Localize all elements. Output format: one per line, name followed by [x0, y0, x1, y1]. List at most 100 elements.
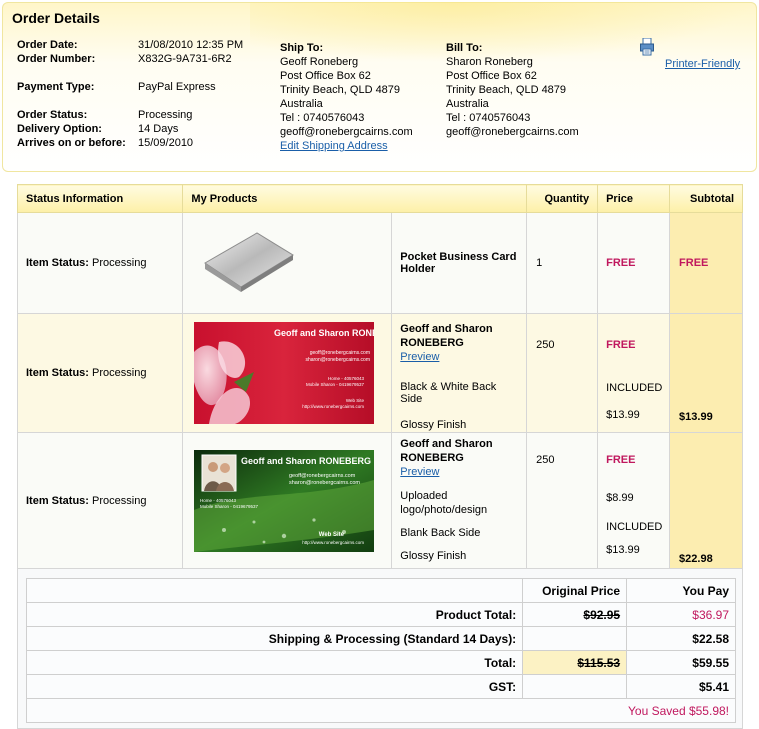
option-price: INCLUDED: [606, 382, 663, 394]
table-row: Item Status: Processing Geoff and Sharon…: [16, 432, 743, 570]
total-label: Total:: [25, 650, 524, 675]
product-option: Uploaded logo/photo/design: [400, 490, 488, 516]
card-home: Home - 40576043: [200, 498, 237, 503]
summary-empty-cell: [25, 578, 524, 603]
subtotal-cell: $13.99: [669, 313, 743, 433]
payment-type: PayPal Express: [138, 81, 216, 93]
product-details: Geoff and Sharon RONEBERG Preview Upload…: [391, 432, 528, 570]
gst-original: [522, 674, 628, 699]
product-option: Glossy Finish: [400, 419, 467, 431]
gst-pay: $5.41: [626, 674, 736, 699]
ship-to-line: Post Office Box 62: [280, 70, 371, 82]
edit-shipping-address-link[interactable]: Edit Shipping Address: [280, 139, 413, 153]
product-total-label: Product Total:: [25, 602, 524, 627]
delivery-option-label: Delivery Option:: [17, 123, 102, 135]
quantity-cell: 250: [526, 432, 599, 570]
table-row: Item Status: Processing Geoff and Sharon…: [16, 313, 743, 433]
base-price: FREE: [606, 339, 636, 351]
order-summary-panel: Original Price You Pay Product Total: $9…: [17, 568, 743, 729]
product-image-cell: [182, 212, 393, 314]
quantity-cell: 250: [526, 313, 599, 433]
ship-to-line: geoff@ronebergcairns.com: [280, 126, 413, 138]
green-business-card-preview[interactable]: Geoff and Sharon RONEBERG geoff@roneberg…: [194, 450, 375, 552]
preview-link[interactable]: Preview: [400, 465, 518, 479]
order-number: X832G-9A731-6R2: [138, 53, 232, 65]
gst-row: GST: $5.41: [25, 674, 736, 699]
option-price: $13.99: [606, 544, 640, 556]
delivery-option: 14 Days: [138, 123, 179, 135]
card-holder-image[interactable]: [197, 229, 297, 295]
item-status-value: Processing: [92, 495, 147, 507]
subtotal-cell: $22.98: [669, 432, 743, 570]
savings-row: You Saved $55.98!: [26, 698, 736, 723]
ship-to-line: Australia: [280, 98, 323, 110]
quantity-cell: 1: [526, 212, 599, 314]
order-summary-table: Original Price You Pay Product Total: $9…: [25, 578, 736, 723]
red-business-card-preview[interactable]: Geoff and Sharon RONEBERG geoff@roneberg…: [194, 322, 375, 424]
bill-to-line: Australia: [446, 98, 489, 110]
printer-friendly-link[interactable]: Printer-Friendly: [665, 58, 740, 70]
shipping-original: [522, 626, 628, 651]
card-web-label: Web Site: [319, 532, 345, 538]
order-info-labels: Order Date: Order Number: Payment Type: …: [17, 38, 126, 150]
card-email: geoff@ronebergcairns.com: [289, 473, 356, 479]
product-name: Pocket Business Card Holder: [391, 212, 528, 314]
option-price: $8.99: [606, 492, 634, 504]
table-row: Item Status: Processing Pocket Business …: [16, 212, 743, 314]
order-date-label: Order Date:: [17, 39, 78, 51]
bill-to-line: Post Office Box 62: [446, 70, 537, 82]
price-cell: FREE INCLUDED $13.99: [597, 313, 671, 433]
product-total-original: $92.95: [522, 602, 628, 627]
product-option: Black & White Back Side: [400, 381, 497, 405]
product-details: Geoff and Sharon RONEBERG Preview Black …: [391, 313, 528, 433]
ship-to-heading: Ship To:: [280, 42, 324, 54]
product-total-row: Product Total: $92.95 $36.97: [25, 602, 736, 627]
card-email: sharon@ronebergcairns.com: [289, 480, 360, 486]
option-price: $13.99: [606, 409, 640, 421]
col-quantity: Quantity: [526, 184, 599, 213]
item-status-value: Processing: [92, 257, 147, 269]
col-my-products: My Products: [182, 184, 528, 213]
ship-to-line: Trinity Beach, QLD 4879: [280, 84, 401, 96]
product-name: Geoff and Sharon RONEBERG: [400, 438, 493, 464]
bill-to-line: Trinity Beach, QLD 4879: [446, 84, 567, 96]
order-status-label: Order Status:: [17, 109, 88, 121]
order-number-label: Order Number:: [17, 53, 96, 65]
item-status-value: Processing: [92, 367, 147, 379]
order-status: Processing: [138, 109, 193, 121]
col-you-pay: You Pay: [626, 578, 736, 603]
bill-to-block: Bill To: Sharon Roneberg Post Office Box…: [446, 41, 579, 139]
card-web: http://www.ronebergcairns.com: [303, 540, 365, 545]
price-cell: FREE $8.99 INCLUDED $13.99: [597, 432, 671, 570]
card-mobile: Mobile Sharon - 0419679537: [200, 504, 259, 509]
base-price: FREE: [606, 454, 636, 466]
product-total-pay: $36.97: [626, 602, 736, 627]
item-status: Item Status: Processing: [16, 432, 184, 570]
gst-label: GST:: [25, 674, 524, 699]
shipping-label: Shipping & Processing (Standard 14 Days)…: [25, 626, 524, 651]
product-image-cell: Geoff and Sharon RONEBERG geoff@roneberg…: [182, 313, 393, 433]
payment-type-label: Payment Type:: [17, 81, 95, 93]
order-items-table: Status Information My Products Quantity …: [16, 184, 743, 570]
product-name: Geoff and Sharon RONEBERG: [400, 323, 493, 349]
card-email: sharon@ronebergcairns.com: [306, 357, 371, 363]
col-price: Price: [597, 184, 671, 213]
price-cell: FREE: [597, 212, 671, 314]
card-home: Home - 40576043: [328, 376, 365, 381]
bill-to-line: Sharon Roneberg: [446, 56, 533, 68]
item-status-label: Item Status:: [26, 257, 89, 269]
bill-to-line: Tel : 0740576043: [446, 112, 531, 124]
page-title: Order Details: [12, 10, 100, 26]
total-pay: $59.55: [626, 650, 736, 675]
total-original: $115.53: [522, 650, 628, 675]
card-email: geoff@ronebergcairns.com: [310, 350, 370, 356]
shipping-row: Shipping & Processing (Standard 14 Days)…: [25, 626, 736, 651]
card-name: Geoff and Sharon RONEBERG: [241, 456, 371, 466]
preview-link[interactable]: Preview: [400, 350, 518, 364]
card-name: Geoff and Sharon RONEBERG: [274, 328, 374, 338]
product-option: Blank Back Side: [400, 527, 481, 539]
printer-icon[interactable]: [640, 38, 654, 56]
total-row: Total: $115.53 $59.55: [25, 650, 736, 675]
subtotal-cell: FREE: [669, 212, 743, 314]
card-mobile: Mobile Sharon - 0419679537: [306, 382, 365, 387]
